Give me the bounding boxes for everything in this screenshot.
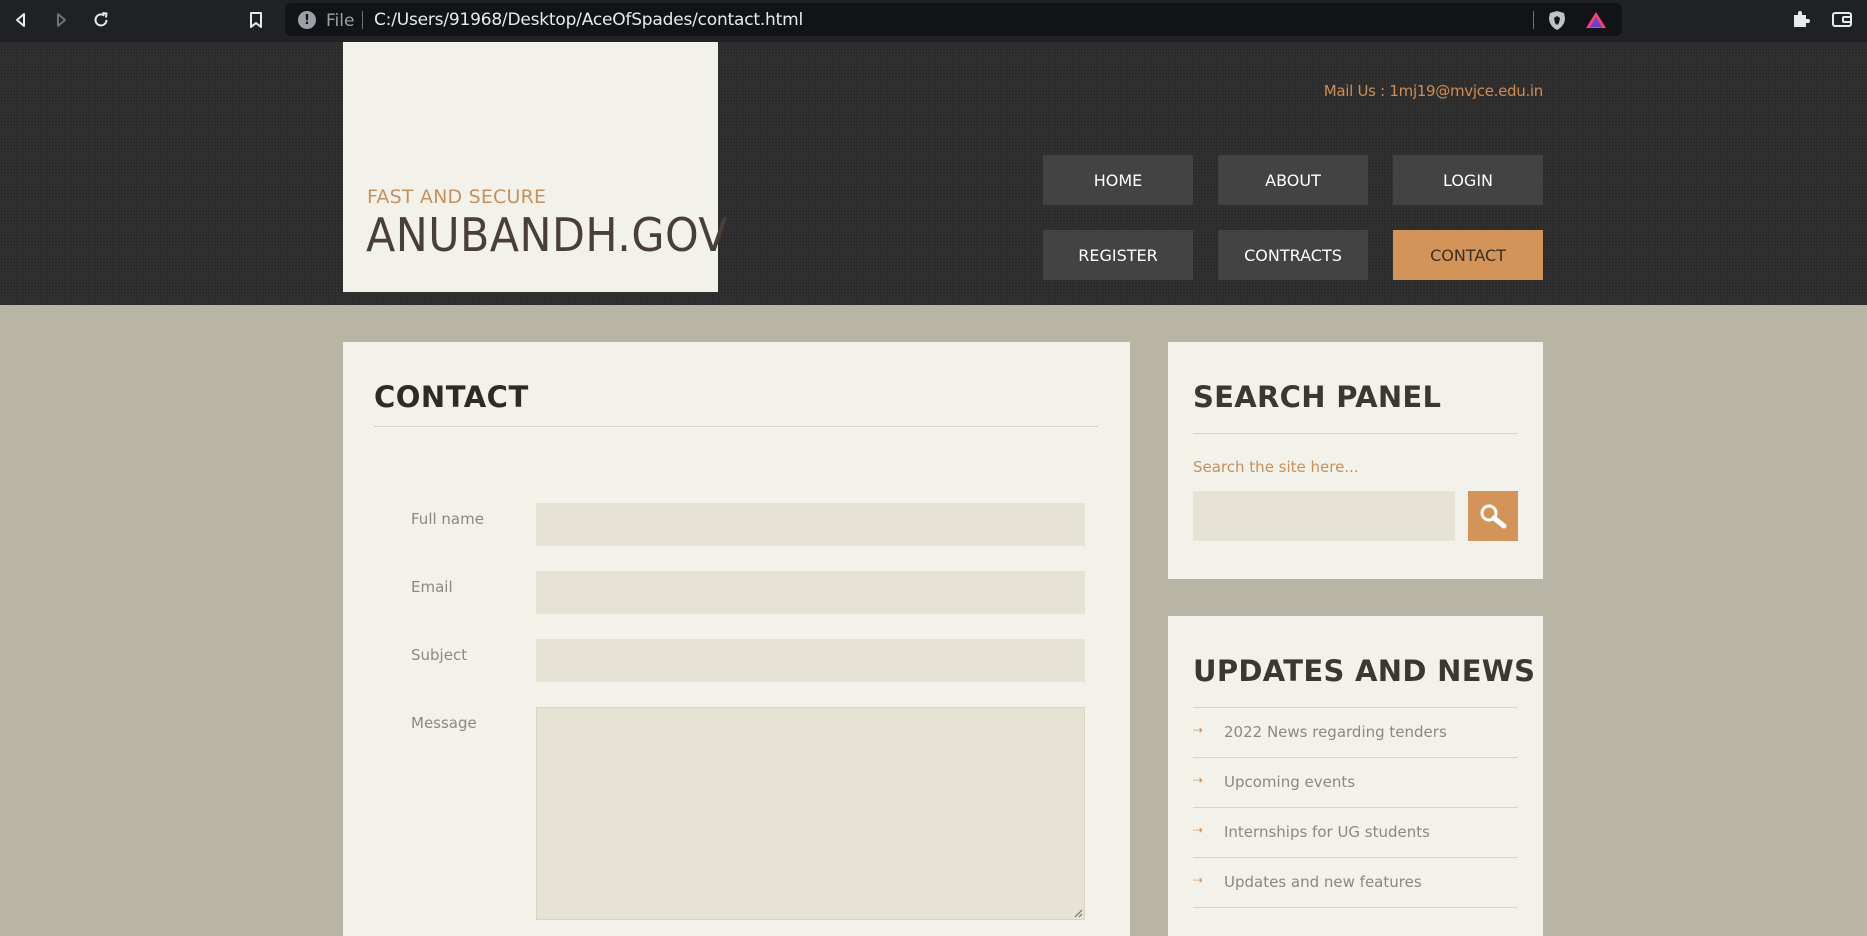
search-panel: SEARCH PANEL Search the site here... [1168, 342, 1543, 579]
search-hint: Search the site here... [1193, 458, 1359, 476]
full-name-label: Full name [411, 510, 484, 528]
news-item[interactable]: ⇢ Internships for UG students [1193, 808, 1518, 858]
url-end-separator [1533, 11, 1534, 29]
arrow-bullet-icon: ⇢ [1193, 823, 1204, 837]
search-panel-title: SEARCH PANEL [1193, 380, 1442, 414]
page-title: CONTACT [374, 380, 529, 414]
full-name-input[interactable] [536, 503, 1085, 546]
extensions-icon[interactable] [1790, 8, 1812, 30]
bookmark-icon[interactable] [243, 7, 269, 33]
search-button[interactable] [1468, 491, 1518, 541]
brave-shield-icon[interactable] [1547, 10, 1567, 31]
site-logo[interactable]: FAST AND SECURE ANUBANDH.GOV [343, 42, 728, 292]
updates-title: UPDATES AND NEWS [1193, 654, 1536, 688]
news-link[interactable]: Upcoming events [1224, 773, 1355, 791]
news-link[interactable]: Internships for UG students [1224, 823, 1430, 841]
magnifier-icon [1480, 504, 1507, 529]
subject-label: Subject [411, 646, 468, 664]
news-link[interactable]: 2022 News regarding tenders [1224, 723, 1447, 741]
nav-home[interactable]: HOME [1043, 155, 1193, 205]
message-label: Message [411, 714, 477, 732]
info-icon[interactable]: ! [298, 11, 316, 29]
search-divider [1193, 433, 1518, 434]
contact-card: CONTACT Full name Email Subject Message [343, 342, 1130, 936]
logo-tagline: FAST AND SECURE [367, 186, 547, 208]
news-link[interactable]: Updates and new features [1224, 873, 1422, 891]
search-input[interactable] [1193, 491, 1455, 541]
address-bar[interactable]: ! File C:/Users/91968/Desktop/AceOfSpade… [285, 3, 1622, 36]
updates-panel: UPDATES AND NEWS ⇢ 2022 News regarding t… [1168, 616, 1543, 936]
wallet-icon[interactable] [1831, 9, 1853, 29]
forward-icon[interactable] [48, 7, 74, 33]
message-textarea[interactable] [536, 707, 1085, 920]
news-item[interactable]: ⇢ Upcoming events [1193, 758, 1518, 808]
email-label: Email [411, 578, 453, 596]
back-icon[interactable] [8, 7, 34, 33]
browser-toolbar: ! File C:/Users/91968/Desktop/AceOfSpade… [0, 0, 1867, 42]
arrow-bullet-icon: ⇢ [1193, 873, 1204, 887]
subject-input[interactable] [536, 639, 1085, 682]
mail-link[interactable]: Mail Us : 1mj19@mvjce.edu.in [1324, 82, 1544, 100]
nav-register[interactable]: REGISTER [1043, 230, 1193, 280]
url-text[interactable]: C:/Users/91968/Desktop/AceOfSpades/conta… [374, 10, 803, 30]
site-header: FAST AND SECURE ANUBANDH.GOV Mail Us : 1… [0, 42, 1867, 305]
nav-login[interactable]: LOGIN [1393, 155, 1543, 205]
reload-icon[interactable] [88, 7, 114, 33]
arrow-bullet-icon: ⇢ [1193, 773, 1204, 787]
nav-contracts[interactable]: CONTRACTS [1218, 230, 1368, 280]
title-divider [374, 426, 1098, 427]
nav-about[interactable]: ABOUT [1218, 155, 1368, 205]
url-separator [362, 11, 363, 29]
file-label: File [326, 11, 355, 31]
brave-rewards-icon[interactable] [1585, 11, 1607, 29]
nav-contact[interactable]: CONTACT [1393, 230, 1543, 280]
resize-grip-icon[interactable] [1073, 908, 1083, 918]
news-item[interactable]: ⇢ 2022 News regarding tenders [1193, 708, 1518, 758]
news-item[interactable]: ⇢ Updates and new features [1193, 858, 1518, 908]
arrow-bullet-icon: ⇢ [1193, 723, 1204, 737]
logo-title: ANUBANDH.GOV [366, 208, 729, 262]
email-input[interactable] [536, 571, 1085, 614]
